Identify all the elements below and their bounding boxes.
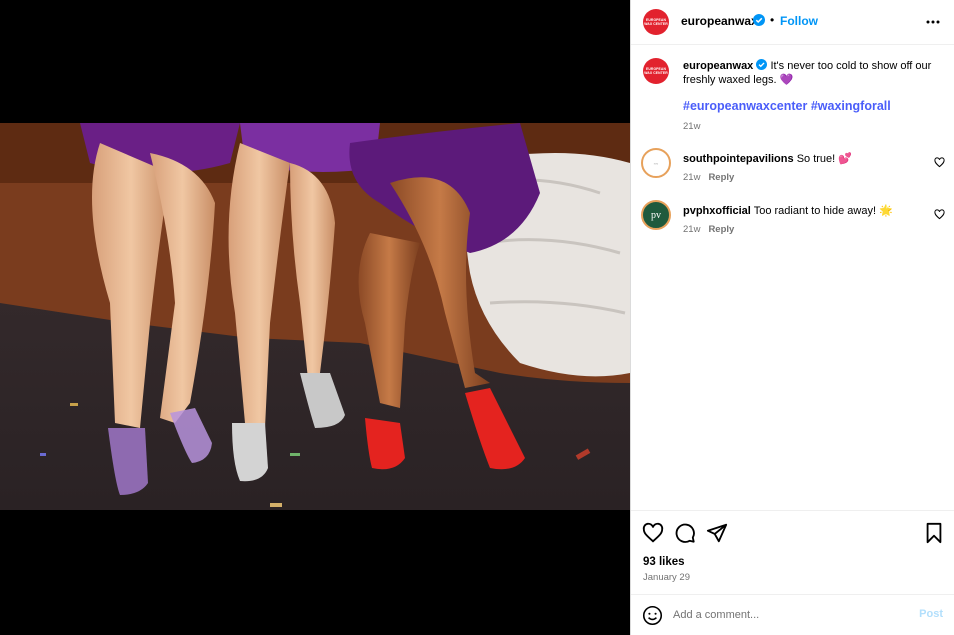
caption-meta: 21w [683, 121, 700, 132]
comment-like-icon[interactable] [934, 209, 945, 220]
caption-avatar[interactable]: EUROPEAN WAX CENTER [643, 58, 669, 84]
comment-age: 21w [683, 224, 701, 235]
emoji-smiley-icon[interactable] [642, 605, 663, 626]
hashtag-link[interactable]: #waxingforall [811, 99, 891, 113]
more-options-icon[interactable] [925, 14, 941, 30]
comment-body: So true! 💕 [796, 153, 852, 165]
separator-dot: • [770, 13, 775, 27]
caption-hashtags: #europeanwaxcenter #waxingforall [683, 99, 891, 113]
post-date: January 29 [643, 572, 691, 583]
comment-username[interactable]: southpointepavilions [683, 153, 794, 165]
post-media [0, 0, 630, 635]
comment-like-icon[interactable] [934, 157, 945, 168]
reply-button[interactable]: Reply [708, 172, 734, 183]
comment-body: Too radiant to hide away! 🌟 [753, 205, 893, 217]
add-comment-bar: Post [631, 594, 954, 635]
caption-verified-icon [756, 59, 768, 70]
caption-username[interactable]: europeanwax [683, 60, 753, 72]
comment-age: 21w [683, 172, 701, 183]
commenter-avatar[interactable]: pv [641, 200, 671, 230]
commenter-avatar[interactable]: ≈≈ [641, 148, 671, 178]
caption-avatar-logo-text: EUROPEAN WAX CENTER [644, 67, 668, 75]
author-avatar-logo-text: EUROPEAN WAX CENTER [644, 18, 668, 26]
comment-bubble-icon[interactable] [674, 522, 696, 544]
post-header: EUROPEAN WAX CENTER europeanwax • Follow [631, 0, 954, 45]
bookmark-save-icon[interactable] [923, 522, 945, 544]
post-comment-button[interactable]: Post [919, 608, 943, 620]
comment-username[interactable]: pvphxofficial [683, 205, 751, 217]
follow-button[interactable]: Follow [780, 14, 818, 28]
likes-count[interactable]: 93 likes [643, 556, 685, 568]
comment-meta: 21w Reply [683, 172, 734, 183]
share-paper-plane-icon[interactable] [706, 522, 728, 544]
commenter-avatar-logo: pv [651, 209, 661, 221]
comment-meta: 21w Reply [683, 224, 734, 235]
like-heart-icon[interactable] [642, 522, 664, 544]
hashtag-link[interactable]: #europeanwaxcenter [683, 99, 807, 113]
commenter-avatar-logo: ≈≈ [653, 160, 659, 166]
author-username[interactable]: europeanwax [681, 14, 758, 28]
post-actions: 93 likes January 29 [631, 510, 954, 595]
comment-text: pvphxofficial Too radiant to hide away! … [683, 204, 893, 217]
caption-age: 21w [683, 121, 701, 132]
comment-input[interactable] [673, 606, 903, 624]
post-sidebar: EUROPEAN WAX CENTER europeanwax • Follow… [630, 0, 954, 635]
reply-button[interactable]: Reply [708, 224, 734, 235]
caption: europeanwax It's never too cold to show … [683, 59, 941, 87]
post-photo[interactable] [0, 123, 630, 510]
verified-badge-icon [753, 14, 765, 26]
comment-text: southpointepavilions So true! 💕 [683, 152, 852, 165]
author-avatar[interactable]: EUROPEAN WAX CENTER [643, 9, 669, 35]
